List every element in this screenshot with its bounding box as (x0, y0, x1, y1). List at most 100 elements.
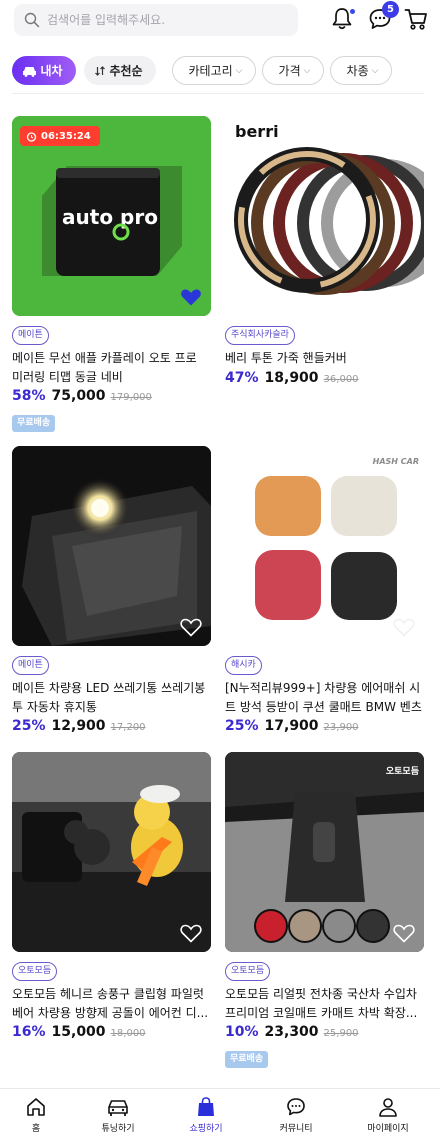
price-row: 10% 23,300 25,900 (225, 1024, 424, 1044)
discount-rate: 58% (12, 388, 46, 404)
product-name[interactable]: 오토모듬 헤니르 송풍구 클립형 파일럿 베어 차량용 방향제 공돌이 에어컨 … (12, 985, 211, 1023)
nav-label: 커뮤니티 (279, 1124, 313, 1134)
sale-price: 75,000 (51, 388, 106, 404)
price-row: 47% 18,900 36,000 (225, 370, 424, 390)
car-type-filter-chip[interactable]: 차종 ⌵ (330, 56, 392, 85)
brand-logo-text: HASH CAR (373, 457, 419, 466)
free-shipping-badge: 무료배송 (12, 415, 56, 432)
air-freshener-bear-image (12, 752, 211, 952)
search-bar[interactable] (14, 4, 298, 36)
product-name[interactable]: 메이튼 차량용 LED 쓰레기통 쓰레기봉투 자동차 휴지통 (12, 679, 211, 717)
sale-price: 18,900 (264, 370, 319, 386)
free-shipping-badge: 무료배송 (225, 1051, 269, 1068)
price-row: 25% 17,900 23,900 (225, 718, 424, 738)
auto-pro-device-image: auto pro (12, 116, 211, 316)
top-header: 5 (0, 0, 440, 48)
nav-community[interactable]: 커뮤니티 (256, 1097, 336, 1134)
product-image[interactable]: 오토모듬 (225, 752, 424, 952)
brand-tag[interactable]: 오토모듬 (225, 962, 271, 981)
brand-logo-text: 오토모듬 (386, 766, 419, 777)
nav-home[interactable]: 홈 (0, 1097, 76, 1134)
sale-price: 23,300 (264, 1024, 319, 1040)
sort-label: 추천순 (109, 64, 143, 78)
brand-tag[interactable]: 메이튼 (12, 656, 49, 675)
coil-mat-image: 오토모듬 (225, 752, 424, 952)
product-logo-text: auto pro (62, 205, 158, 229)
price-row: 16% 15,000 18,000 (12, 1024, 211, 1044)
brand-tag[interactable]: 주식회사카슬라 (225, 326, 295, 345)
original-price: 18,000 (110, 1028, 146, 1039)
original-price: 23,900 (323, 722, 359, 733)
heart-filled-icon[interactable] (180, 287, 202, 307)
heart-outline-icon[interactable] (393, 287, 415, 307)
shopping-bag-icon (198, 1097, 214, 1116)
chevron-down-icon: ⌵ (371, 65, 379, 76)
nav-label: 홈 (31, 1124, 41, 1134)
car-icon (23, 66, 37, 77)
nav-shopping[interactable]: 쇼핑하기 (166, 1097, 246, 1134)
brand-tag[interactable]: 오토모듬 (12, 962, 58, 981)
price-label: 가격 (278, 64, 301, 78)
brand-tag[interactable]: 해시카 (225, 656, 262, 675)
chat-count-badge: 5 (382, 1, 399, 18)
category-filter-chip[interactable]: 카테고리 ⌵ (172, 56, 256, 85)
chevron-down-icon: ⌵ (235, 65, 243, 76)
product-image[interactable] (12, 446, 211, 646)
discount-rate: 16% (12, 1024, 46, 1040)
product-image[interactable]: auto pro 06:35:24 (12, 116, 211, 316)
discount-rate: 10% (225, 1024, 259, 1040)
sale-price: 17,900 (264, 718, 319, 734)
car-icon (108, 1100, 128, 1116)
led-trash-bin-image (12, 446, 211, 646)
chat-icon (287, 1098, 305, 1116)
nav-label: 마이페이지 (367, 1124, 409, 1134)
nav-label: 쇼핑하기 (189, 1124, 223, 1134)
price-row: 58% 75,000 179,000 (12, 388, 211, 408)
heart-outline-icon[interactable] (180, 617, 202, 637)
my-car-label: 내차 (40, 64, 63, 78)
nav-label: 튜닝하기 (101, 1124, 135, 1134)
search-input[interactable] (47, 13, 287, 27)
car-type-label: 차종 (346, 64, 369, 78)
product-image[interactable]: HASH CAR (225, 446, 424, 646)
brand-tag[interactable]: 메이튼 (12, 326, 49, 345)
steering-wheel-cover-image: berri (225, 116, 424, 316)
alarm-clock-icon (26, 131, 37, 142)
product-name[interactable]: 메이튼 무선 애플 카플레이 오토 프로 미러링 티맵 동글 네비 (12, 349, 211, 387)
discount-rate: 25% (225, 718, 259, 734)
bottom-navigation: 홈 튜닝하기 쇼핑하기 커뮤니티 마이페이지 (0, 1088, 440, 1143)
product-name[interactable]: 베리 투톤 가죽 핸들커버 (225, 349, 424, 368)
sale-price: 15,000 (51, 1024, 106, 1040)
sort-chip[interactable]: 추천순 (84, 56, 156, 85)
product-image[interactable] (12, 752, 211, 952)
divider (12, 93, 424, 94)
price-filter-chip[interactable]: 가격 ⌵ (262, 56, 324, 85)
discount-rate: 47% (225, 370, 259, 386)
person-icon (379, 1098, 397, 1117)
notification-dot (350, 9, 355, 14)
brand-logo-text: berri (235, 122, 279, 141)
heart-outline-icon[interactable] (393, 923, 415, 943)
nav-mypage[interactable]: 마이페이지 (348, 1097, 428, 1134)
deal-timer-badge: 06:35:24 (20, 126, 100, 146)
heart-outline-icon[interactable] (393, 617, 415, 637)
product-image[interactable]: berri (225, 116, 424, 316)
deal-timer-text: 06:35:24 (41, 130, 91, 142)
chevron-down-icon: ⌵ (303, 65, 311, 76)
original-price: 36,000 (323, 374, 359, 385)
cart-icon[interactable] (403, 6, 429, 32)
seat-cushion-image: HASH CAR (225, 446, 424, 646)
product-name[interactable]: [N누적리뷰999+] 차량용 에어매쉬 시트 방석 등받이 쿠션 쿨매트 BM… (225, 679, 424, 717)
filter-bar: 내차 추천순 카테고리 ⌵ 가격 ⌵ 차종 ⌵ (0, 55, 440, 87)
original-price: 17,200 (110, 722, 146, 733)
search-icon (24, 12, 40, 28)
category-label: 카테고리 (188, 64, 233, 78)
price-row: 25% 12,900 17,200 (12, 718, 211, 738)
heart-outline-icon[interactable] (180, 923, 202, 943)
discount-rate: 25% (12, 718, 46, 734)
sort-icon (95, 65, 106, 76)
product-name[interactable]: 오토모듬 리얼핏 전차종 국산차 수입차 프리미엄 코일매트 카매트 차박 확장… (225, 985, 424, 1023)
original-price: 25,900 (323, 1028, 359, 1039)
my-car-filter-chip[interactable]: 내차 (12, 56, 76, 85)
nav-tuning[interactable]: 튜닝하기 (78, 1097, 158, 1134)
